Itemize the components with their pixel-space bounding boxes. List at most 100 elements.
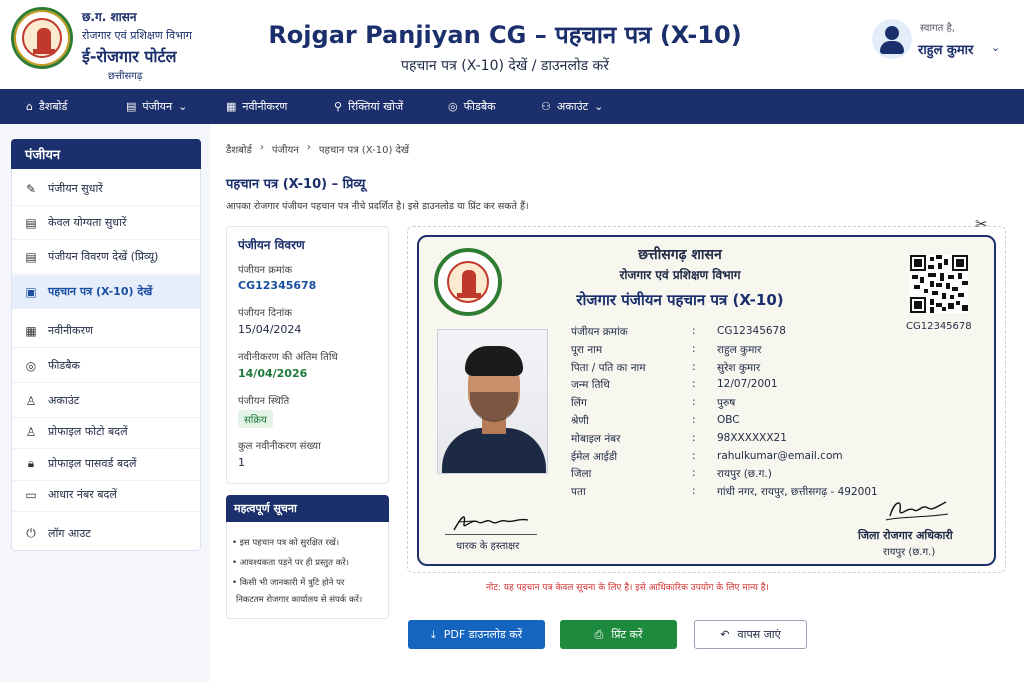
id-card-icon: ▣ [25,284,37,299]
sidebar-item-logout[interactable]: ⏻ लॉग आउट [12,516,200,550]
officer-title: जिला रोजगार अधिकारी [858,529,953,542]
sidebar-item-label: प्रोफाइल फोटो बदलें [48,425,128,438]
card-field-colon: : [692,414,696,426]
lock-icon: 🔒︎ [27,456,35,470]
sidebar-item-label: फीडबैक [48,359,80,372]
sidebar-item-label: आधार नंबर बदलें [48,488,117,501]
nav-feedback[interactable]: ◎ फीडबैक [448,89,496,124]
feedback-icon: ◎ [25,358,37,373]
nav-label: डैशबोर्ड [38,100,68,113]
header: छ.ग. शासन रोजगार एवं प्रशिक्षण विभाग ई-र… [0,0,1024,89]
sidebar-item-feedback[interactable]: ◎ फीडबैक [12,349,200,383]
nav-dashboard[interactable]: ⌂ डैशबोर्ड [26,89,67,124]
sidebar-item-id-card[interactable]: ▣ पहचान पत्र (X-10) देखें [12,275,200,309]
card-field-value: CG12345678 [717,325,786,337]
print-button[interactable]: ⎙ प्रिंट करें [560,620,677,649]
header-gov: छ.ग. शासन [82,10,137,24]
edit-icon: ✎ [25,181,37,196]
sidebar-item-label: पहचान पत्र (X-10) देखें [48,285,153,298]
breadcrumb-dashboard[interactable]: डैशबोर्ड [226,142,252,156]
calendar-icon: ▦ [226,100,237,113]
notice-title: महत्वपूर्ण सूचना [226,495,389,522]
sidebar-item-label: प्रोफाइल पासवर्ड बदलें [48,457,137,470]
sidebar-item-view-details[interactable]: ▤ पंजीयन विवरण देखें (प्रिव्यू) [12,240,200,274]
document-icon: ▤ [126,100,137,113]
breadcrumb-registration[interactable]: पंजीयन [272,142,299,156]
sidebar-item-change-photo[interactable]: ♙ प्रोफाइल फोटो बदलें [12,415,200,449]
page-main-subtitle: पहचान पत्र (X-10) देखें / डाउनलोड करें [401,58,609,74]
card-field-colon: : [692,378,696,391]
card-field-colon: : [692,396,696,409]
chevron-right-icon: › [306,142,311,153]
sidebar-item-label: केवल योग्यता सुधारें [48,216,127,229]
nav-renewal[interactable]: ▦ नवीनीकरण [226,89,287,124]
card-emblem-logo [434,248,502,316]
sidebar-item-change-aadhaar[interactable]: ▭ आधार नंबर बदलें [12,478,200,512]
chevron-down-icon: ⌄ [594,100,604,113]
notice-item: • इस पहचान पत्र को सुरक्षित रखें। [232,538,340,548]
reg-no-label: पंजीयन क्रमांक [238,265,293,276]
reg-date-label: पंजीयन दिनांक [238,308,292,319]
card-field-value: राहुल कुमार [717,343,762,356]
scissors-icon: ✂ [975,215,988,233]
qr-id: CG12345678 [906,321,972,332]
avatar[interactable] [872,19,912,59]
renew-count-value: 1 [238,456,245,469]
users-icon: ⚇ [541,100,551,113]
breadcrumb-current: पहचान पत्र (X-10) देखें [318,145,410,156]
back-button[interactable]: ↶ वापस जाएं [694,620,807,649]
card-field-label: ईमेल आईडी [571,450,618,463]
chevron-down-icon: ⌄ [178,100,188,113]
back-arrow-icon: ↶ [720,628,730,641]
sidebar-item-label: पंजीयन विवरण देखें (प्रिव्यू) [48,250,159,263]
reg-date-value: 15/04/2024 [238,323,302,336]
sidebar-item-edit-registration[interactable]: ✎ पंजीयन सुधारें [12,172,200,206]
power-icon: ⏻ [26,525,36,540]
sidebar-item-account[interactable]: ♙ अकाउंट [12,384,200,418]
nav-account[interactable]: ⚇ अकाउंट ⌄ [541,89,603,124]
card-field-value: OBC [717,414,740,426]
notice-item: निकटतम रोजगार कार्यालय से संपर्क करें। [236,595,363,605]
card-field-value: 12/07/2001 [717,378,778,391]
sidebar-item-change-password[interactable]: 🔒︎ प्रोफाइल पासवर्ड बदलें [12,447,200,481]
card-field-colon: : [692,360,696,373]
sidebar-item-edit-qualification[interactable]: ▤ केवल योग्यता सुधारें [12,206,200,240]
card-gov: छत्तीसगढ़ शासन [638,247,722,263]
card-field-value: सुरेश कुमार [717,361,761,374]
header-portal: ई-रोजगार पोर्टल [82,47,177,66]
page-main-title: Rojgar Panjiyan CG – पहचान पत्र (X-10) [268,21,742,49]
card-field-label: श्रेणी [571,415,589,427]
calendar-icon: ▦ [25,323,37,338]
sidebar-title: पंजीयन [11,139,201,169]
feedback-icon: ◎ [448,100,458,113]
card-field-label: पूरा नाम [571,343,603,356]
nav-label: अकाउंट [556,100,589,113]
notice-item: • आवश्यकता पड़ने पर ही प्रस्तुत करें। [232,558,349,568]
details-title: पंजीयन विवरण [238,238,305,252]
pdf-download-button[interactable]: ⤓ PDF डाउनलोड करें [408,620,545,649]
nav-search-jobs[interactable]: ⚲ रिक्तियां खोजें [334,89,403,124]
card-field-colon: : [692,485,696,498]
card-field-colon: : [692,449,696,462]
page-title: पहचान पत्र (X-10) – प्रिव्यू [226,177,366,192]
nav-registration[interactable]: ▤ पंजीयन ⌄ [126,89,187,124]
officer-place: रायपुर (छ.ग.) [883,547,936,558]
card-field-colon: : [692,342,696,355]
page-description: आपका रोजगार पंजीयन पहचान पत्र नीचे प्रदर… [226,201,529,212]
card-field-value: पुरुष [717,397,736,410]
user-icon: ♙ [25,393,37,408]
doc-edit-icon: ▤ [25,215,37,230]
card-title: रोजगार पंजीयन पहचान पत्र (X-10) [576,291,784,309]
nav-label: फीडबैक [463,100,496,113]
card-field-label: पंजीयन क्रमांक [571,326,628,338]
sidebar-item-renewal[interactable]: ▦ नवीनीकरण [12,314,200,348]
card-field-value: rahulkumar@email.com [717,449,843,462]
card-field-colon: : [692,467,696,480]
button-label: प्रिंट करें [611,628,643,641]
chevron-down-icon[interactable]: ⌄ [991,41,1000,54]
qr-code-icon [910,255,968,313]
user-photo-icon: ♙ [25,424,37,439]
nav-label: पंजीयन [142,100,173,113]
renew-date-label: नवीनीकरण की अंतिम तिथि [238,352,338,363]
user-name[interactable]: राहुल कुमार [918,40,973,58]
